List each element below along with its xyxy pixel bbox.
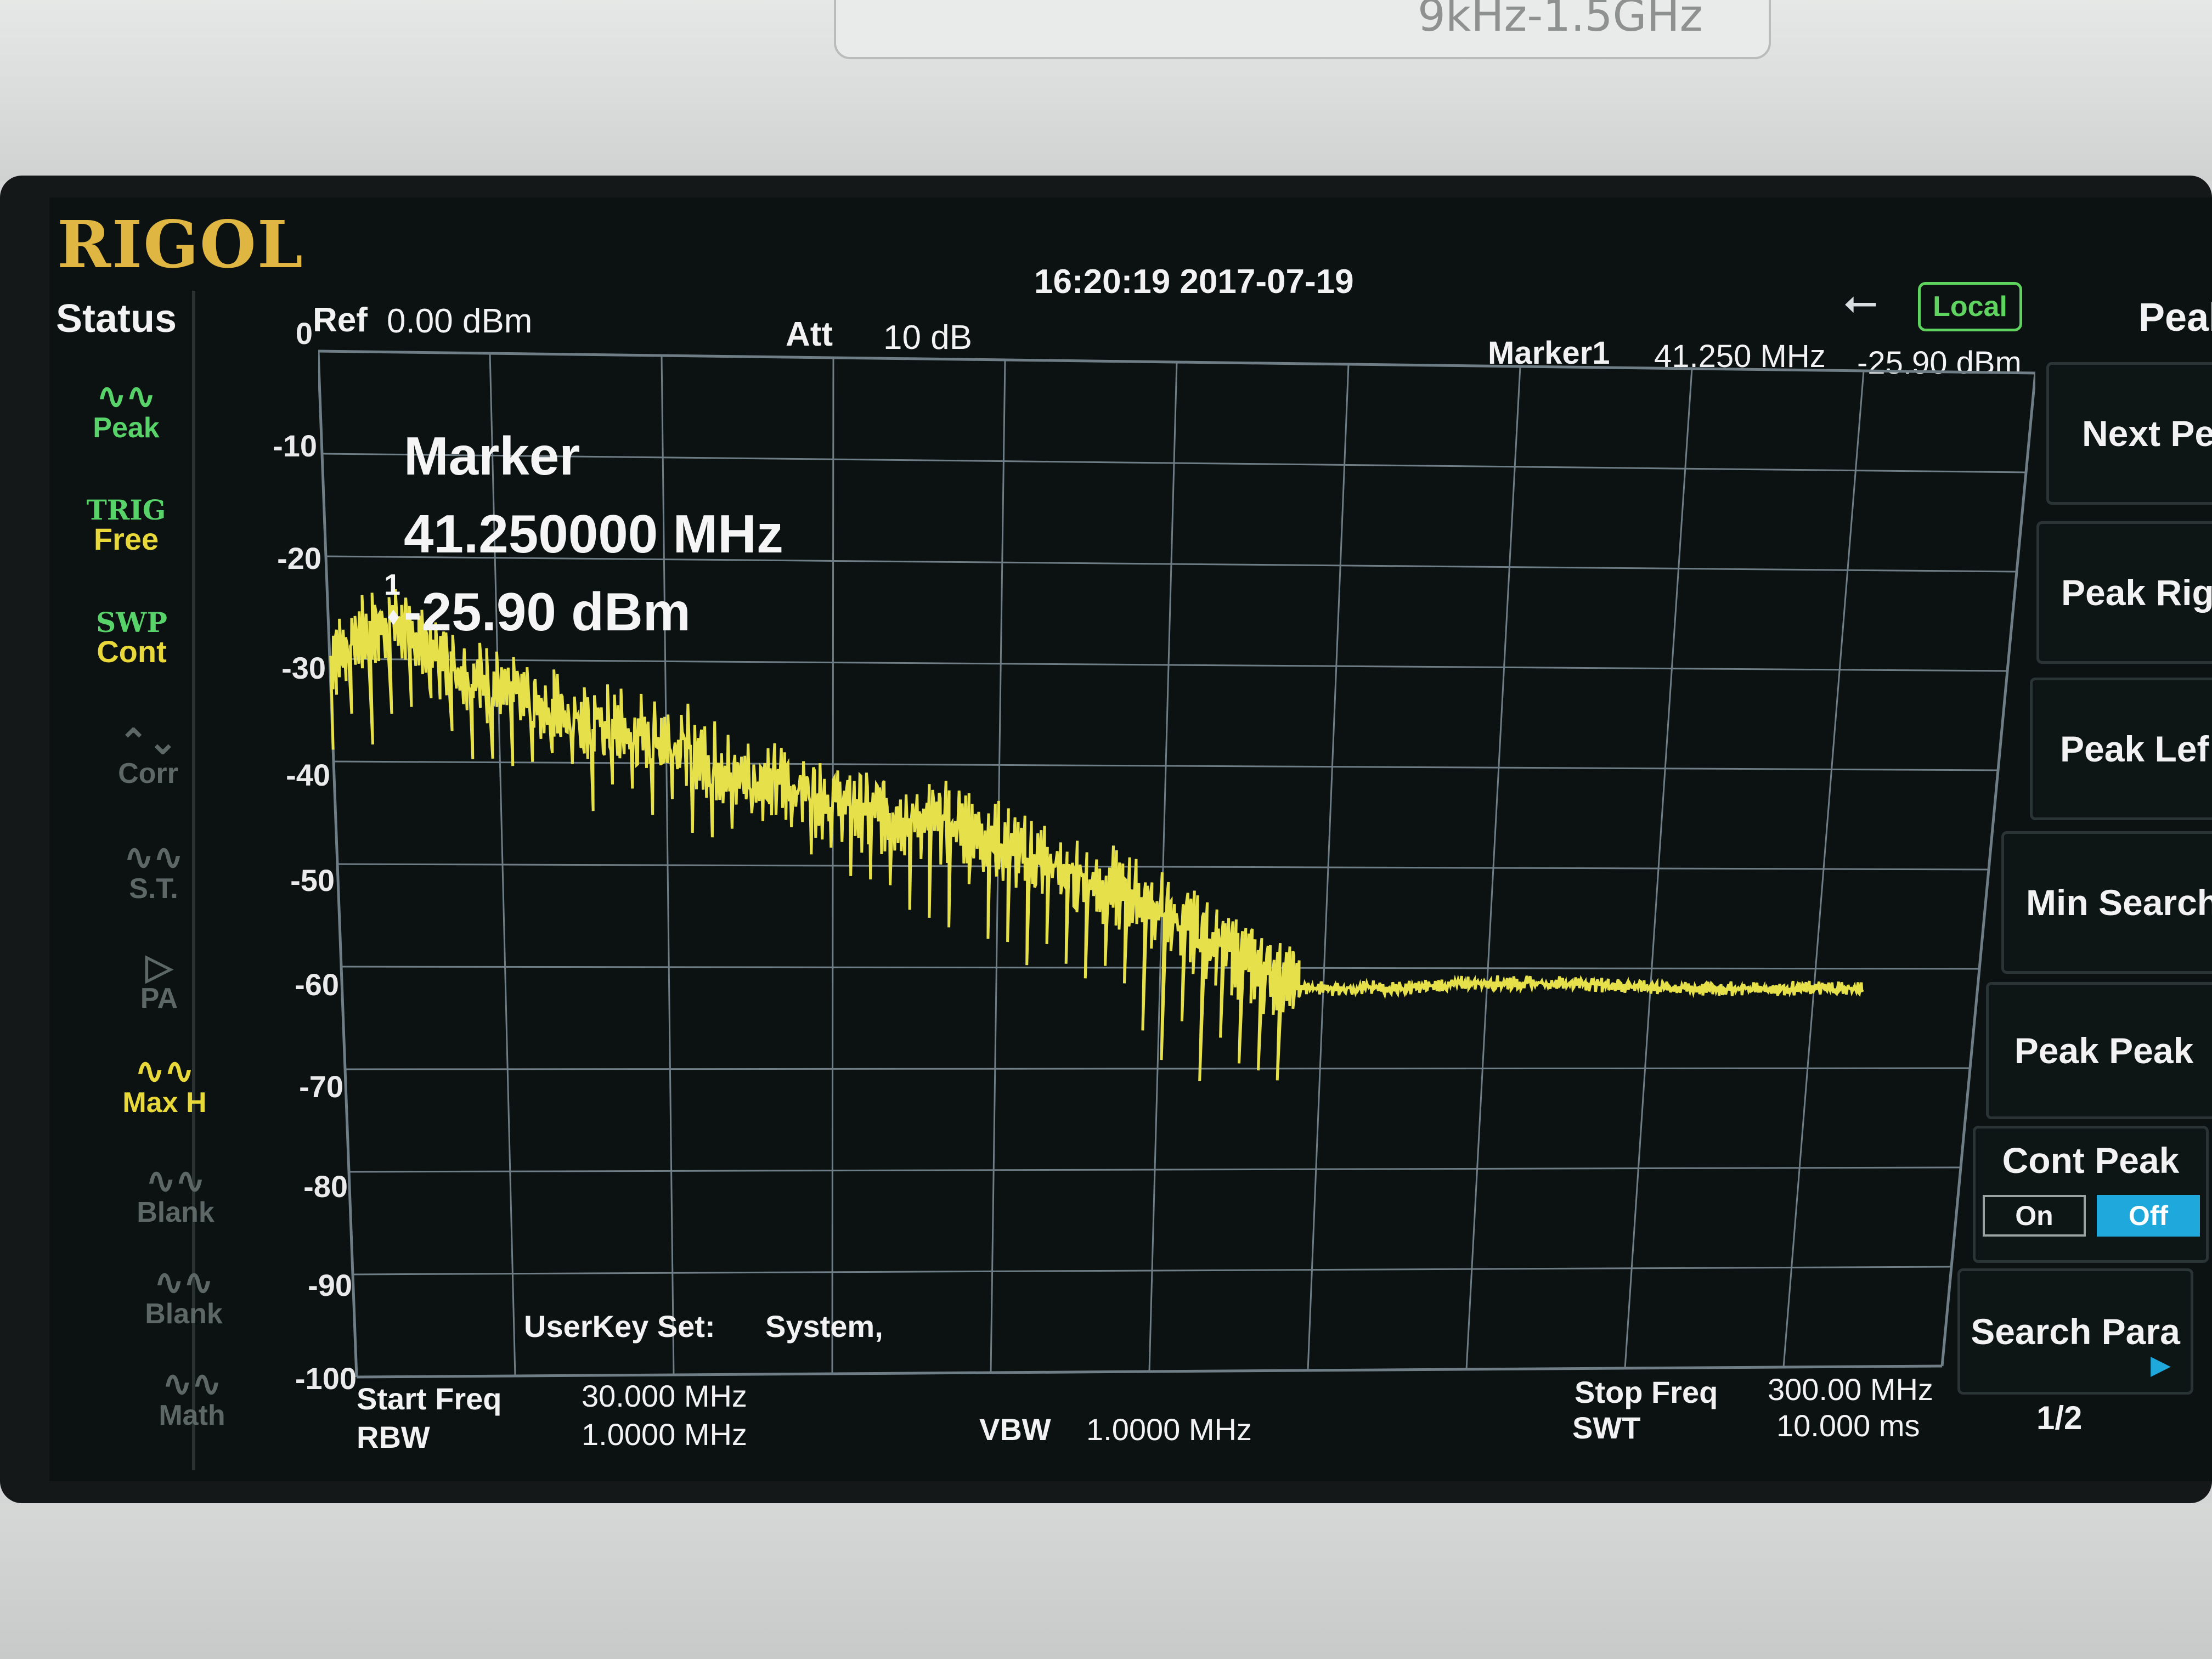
corr-icon: ⌃⌄ [119, 722, 178, 761]
local-badge: Local [1918, 282, 2022, 331]
swt-label: SWT [1572, 1410, 1641, 1445]
status-sweep-label: SWP [96, 606, 167, 639]
status-trace4-label: Math [159, 1400, 225, 1431]
y-tick-label: -30 [281, 651, 326, 685]
trace-wave-icon: ∿∿ [154, 1262, 213, 1302]
trace-wave-icon: ∿∿ [146, 1161, 205, 1200]
marker-title: Marker [404, 426, 580, 486]
cont-peak-label: Cont Peak [2002, 1140, 2180, 1181]
min-search-button[interactable]: Min Search [2001, 831, 2212, 974]
swt-value: 10.000 ms [1776, 1408, 1920, 1443]
status-trace3-label: Blank [145, 1298, 223, 1330]
math-wave-icon: ∿∿ [162, 1364, 222, 1403]
userkey-label: UserKey Set: [524, 1309, 715, 1344]
status-trig: TRIG Free [60, 496, 192, 555]
status-pa-label: PA [140, 983, 178, 1014]
cont-peak-button[interactable]: Cont Peak [1973, 1126, 2209, 1263]
next-peak-button[interactable]: Next Pe [2046, 362, 2212, 505]
userkey-value: System, [765, 1309, 883, 1344]
vbw-value: 1.0000 MHz [1086, 1412, 1252, 1447]
stop-freq-value: 300.00 MHz [1768, 1372, 1933, 1407]
search-para-label: Search Para [1971, 1311, 2180, 1352]
cont-peak-off-toggle[interactable]: Off [2097, 1195, 2200, 1237]
model-frequency-range: 9kHz-1.5GHz [1418, 0, 1703, 41]
y-tick-label: -10 [273, 428, 317, 463]
signal-track-icon: ∿∿ [124, 837, 183, 877]
status-trace2-label: Blank [137, 1197, 215, 1228]
status-sweep: SWP Cont [66, 609, 198, 667]
submenu-arrow-icon: ▶ [2151, 1351, 2171, 1380]
marker-freq: 41.250000 MHz [404, 504, 783, 565]
page-indicator: 1/2 [2036, 1400, 2083, 1436]
rigol-logo: RIGOL [57, 206, 304, 283]
status-title: Status [56, 297, 177, 341]
status-trace2: ∿∿ Blank [110, 1163, 241, 1227]
status-trig-value: Free [93, 522, 159, 556]
status-trig-label: TRIG [86, 494, 166, 526]
marker-readout: Marker 41.250000 MHz -25.90 dBm [404, 417, 783, 651]
status-corr-label: Corr [118, 758, 178, 789]
stop-freq-label: Stop Freq [1575, 1375, 1718, 1409]
rbw-value: 1.0000 MHz [582, 1417, 747, 1452]
status-trace4: ∿∿ Math [126, 1366, 258, 1430]
y-tick-label: -20 [277, 541, 321, 575]
start-freq-label: Start Freq [357, 1381, 502, 1416]
status-pa: ▷ PA [93, 949, 225, 1013]
instrument-bottom-bezel [0, 1503, 2212, 1659]
cont-peak-on-toggle[interactable]: On [1983, 1195, 2086, 1237]
marker-level: -25.90 dBm [404, 582, 691, 642]
status-peak-label: Peak [93, 412, 160, 444]
y-tick-label: 0 [295, 316, 313, 351]
trace-wave-icon: ∿∿ [135, 1051, 194, 1091]
peak-peak-button[interactable]: Peak Peak [1986, 982, 2212, 1119]
rbw-label: RBW [357, 1420, 430, 1454]
usb-icon: ⭠ [1843, 277, 1878, 325]
status-corr: ⌃⌄ Corr [82, 724, 214, 788]
marker-number: 1 [384, 568, 401, 601]
status-trace1: ∿∿ Max H [99, 1053, 230, 1117]
peak-left-button[interactable]: Peak Lef [2030, 678, 2212, 820]
datetime: 16:20:19 2017-07-19 [1034, 263, 1354, 301]
peak-wave-icon: ∿∿ [97, 376, 156, 416]
status-peak: ∿∿ Peak [60, 379, 192, 442]
status-sweep-value: Cont [97, 634, 167, 669]
grid-line-horizontal [345, 1067, 1971, 1070]
preamp-icon: ▷ [145, 947, 173, 986]
vbw-label: VBW [979, 1412, 1051, 1447]
start-freq-value: 30.000 MHz [582, 1379, 747, 1413]
softkey-menu-title: Peak [2138, 296, 2212, 340]
spectrum-trace [329, 589, 1864, 1081]
grid-line-horizontal [341, 966, 1980, 970]
status-st: ∿∿ S.T. [88, 839, 219, 903]
peak-right-button[interactable]: Peak Rig [2036, 521, 2212, 664]
ref-label: Ref [313, 301, 368, 339]
status-trace1-label: Max H [122, 1087, 207, 1119]
instrument-top-bezel: 9kHz-1.5GHz [0, 0, 2212, 181]
status-trace3: ∿∿ Blank [118, 1265, 250, 1328]
status-st-label: S.T. [129, 873, 178, 905]
model-label-plate: 9kHz-1.5GHz [834, 0, 1771, 59]
